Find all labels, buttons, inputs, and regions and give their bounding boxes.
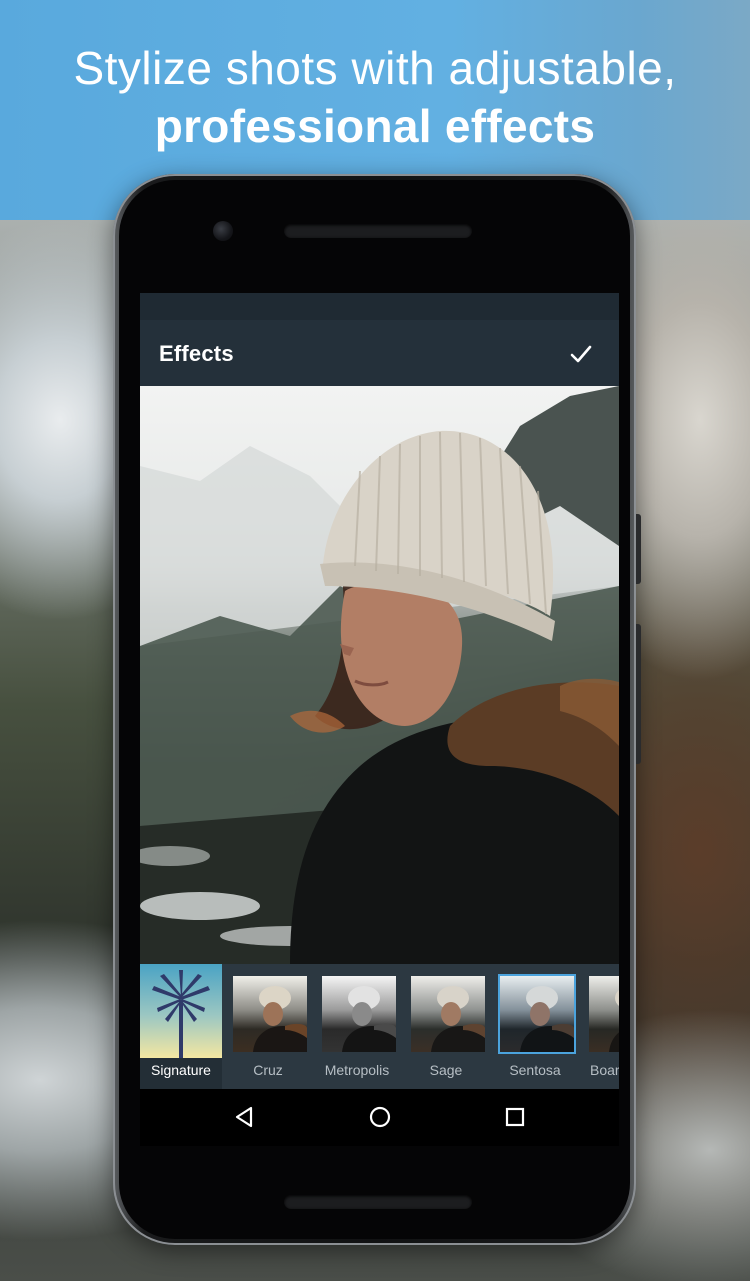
top-speaker [284, 224, 472, 238]
filter-thumbnail [140, 964, 222, 1058]
app-toolbar: Effects [140, 320, 619, 386]
confirm-button[interactable] [563, 336, 599, 372]
android-nav-bar [140, 1089, 619, 1146]
filter-thumbnail [233, 976, 307, 1052]
phone-frame: Effects Signature Cruz Metropolis Sage S… [113, 174, 641, 1245]
home-button[interactable] [364, 1101, 396, 1133]
filter-item[interactable]: Sage [402, 964, 490, 1089]
phone-body: Effects Signature Cruz Metropolis Sage S… [119, 180, 630, 1239]
filter-thumbnail [411, 976, 485, 1052]
bottom-speaker [284, 1195, 472, 1209]
front-camera [213, 221, 233, 241]
filter-thumbnail [322, 976, 396, 1052]
back-button[interactable] [229, 1101, 261, 1133]
check-icon [570, 345, 592, 363]
volume-button [636, 624, 641, 764]
filter-item[interactable]: Signature [140, 964, 222, 1089]
headline-line-1: Stylize shots with adjustable, [73, 42, 677, 94]
filter-item[interactable]: Cruz [224, 964, 312, 1089]
filter-strip: Signature Cruz Metropolis Sage Sentosa B… [140, 964, 619, 1089]
filter-label: Signature [151, 1062, 211, 1078]
filter-label: Cruz [253, 1062, 283, 1078]
home-circle-icon [369, 1106, 391, 1128]
filter-item[interactable]: Metropolis [313, 964, 401, 1089]
toolbar-title: Effects [159, 341, 234, 366]
status-bar [140, 293, 619, 320]
filter-item[interactable]: Sentosa [491, 964, 579, 1089]
back-triangle-icon [235, 1106, 253, 1128]
power-button [636, 514, 641, 584]
edited-photo[interactable] [140, 386, 619, 964]
filter-label: Boar [590, 1062, 619, 1078]
filter-label: Metropolis [324, 1062, 390, 1078]
headline: Stylize shots with adjustable, professio… [0, 40, 750, 156]
headline-line-2: professional effects [154, 100, 596, 152]
phone-screen: Effects Signature Cruz Metropolis Sage S… [140, 293, 619, 1146]
recents-button[interactable] [499, 1101, 531, 1133]
filter-thumbnail [589, 976, 619, 1052]
filter-item[interactable]: Boar [580, 964, 619, 1089]
filter-thumbnail [500, 976, 574, 1052]
recents-square-icon [505, 1107, 525, 1127]
filter-label: Sentosa [509, 1062, 561, 1078]
filter-label: Sage [429, 1062, 463, 1078]
